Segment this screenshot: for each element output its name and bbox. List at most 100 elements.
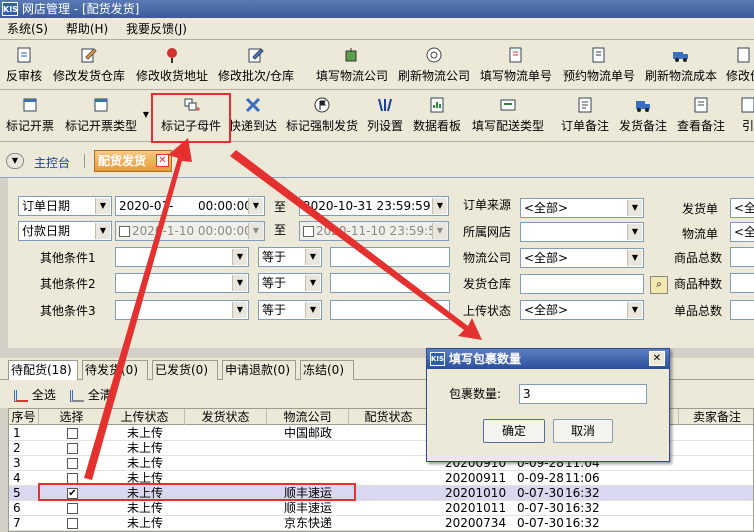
date2-from-picker[interactable]: 2020-1-10 00:00:00 ▼	[115, 221, 265, 241]
table-row[interactable]: 6 未上传 顺丰速运 20201011 0-07-30 16:32	[9, 501, 753, 516]
clear-all-button[interactable]: 全清	[70, 386, 112, 403]
table-row[interactable]: 7 未上传 京东快递 20200734 0-07-30 16:32	[9, 516, 753, 531]
invoice-type-dropdown-arrow[interactable]: ▼	[142, 110, 150, 119]
to-label-1: 至	[274, 200, 287, 214]
date1-from-picker[interactable]: 2020-01- 00:00:00 ▼	[115, 196, 265, 216]
col-header-allocation[interactable]: 配货状态	[349, 409, 429, 425]
ok-button[interactable]: 确定	[483, 419, 545, 443]
package-count-input[interactable]: 3	[519, 384, 647, 404]
upload-status-select[interactable]: <全部> ▼	[520, 300, 644, 320]
condition-2-value-input[interactable]	[330, 273, 450, 293]
upload-status-cell: 未上传	[126, 456, 163, 470]
tab-pending-shipment[interactable]: 待发货(0)	[82, 360, 148, 380]
row-number-cell: 2	[13, 441, 21, 455]
other-condition-3-select[interactable]: ▼	[115, 300, 249, 320]
ship-order-select[interactable]: <全	[730, 198, 754, 218]
reserve-tracking-number-button[interactable]: 预约物流单号	[559, 44, 639, 84]
menu-help[interactable]: 帮助(H)	[59, 18, 115, 40]
operator-3-value: 等于	[262, 303, 287, 317]
unreview-button[interactable]: 反审核	[4, 44, 44, 84]
mark-invoice-button[interactable]: 标记开票	[4, 94, 56, 134]
refresh-logistics-cost-button[interactable]: 刷新物流成本	[641, 44, 721, 84]
mark-invoice-type-button[interactable]: 标记开票类型	[62, 94, 140, 134]
order-source-select[interactable]: <全部> ▼	[520, 198, 644, 218]
col-header-no[interactable]: 序号	[9, 409, 39, 425]
fill-logistics-company-button[interactable]: 填写物流公司	[312, 44, 392, 84]
order-number-cell: 20200734	[445, 516, 507, 530]
truck-note-icon	[634, 96, 652, 114]
edit-address-button[interactable]: 修改收货地址	[133, 44, 211, 84]
date1-type-select[interactable]: 订单日期 ▼	[18, 196, 112, 216]
collapse-toggle[interactable]: ▼	[6, 153, 24, 169]
col-header-select[interactable]: 选择	[39, 409, 105, 425]
logistics-value: <全部>	[524, 251, 569, 265]
other-condition-1-select[interactable]: ▼	[115, 247, 249, 267]
import-button[interactable]: 引	[738, 94, 754, 134]
other-condition-2-select[interactable]: ▼	[115, 273, 249, 293]
tab-shipping[interactable]: 配货发货 ✕	[94, 150, 172, 172]
total-goods-label: 商品总数	[674, 251, 723, 265]
operator-2-select[interactable]: 等于 ▼	[258, 273, 322, 293]
row-number-cell: 7	[13, 516, 21, 530]
row-checkbox[interactable]	[67, 503, 78, 514]
logistics-select[interactable]: <全部> ▼	[520, 248, 644, 268]
column-settings-button[interactable]: 列设置	[364, 94, 406, 134]
operator-1-select[interactable]: 等于 ▼	[258, 247, 322, 267]
condition-3-value-input[interactable]	[330, 300, 450, 320]
order-date-cell: 0-07-30	[517, 501, 563, 515]
close-icon[interactable]: ✕	[156, 154, 169, 167]
condition-1-value-input[interactable]	[330, 247, 450, 267]
edit-warehouse-button[interactable]: 修改发货仓库	[50, 44, 128, 84]
date2-to-checkbox[interactable]	[303, 226, 314, 237]
row-checkbox[interactable]	[67, 443, 78, 454]
edit-price-button[interactable]: 修改价	[724, 44, 754, 84]
mark-force-ship-button[interactable]: 标记强制发货	[284, 94, 360, 134]
row-checkbox[interactable]	[67, 458, 78, 469]
menu-system[interactable]: 系统(S)	[0, 18, 55, 40]
ship-remark-button[interactable]: 发货备注	[616, 94, 670, 134]
fill-tracking-number-button[interactable]: 填写物流单号	[477, 44, 555, 84]
date2-type-select[interactable]: 付款日期 ▼	[18, 221, 112, 241]
columns-icon	[376, 96, 394, 114]
refresh-logistics-company-button[interactable]: 刷新物流公司	[394, 44, 474, 84]
note-icon	[692, 96, 710, 114]
order-source-value: <全部>	[524, 201, 569, 215]
date2-from-checkbox[interactable]	[119, 226, 130, 237]
close-icon[interactable]: ✕	[649, 351, 665, 366]
order-remark-button[interactable]: 订单备注	[558, 94, 612, 134]
waybill-label: 物流单	[682, 227, 719, 241]
express-arrived-button[interactable]: 快递到达	[228, 94, 278, 134]
tab-pending-allocation[interactable]: 待配货(18)	[8, 360, 78, 380]
fill-delivery-type-button[interactable]: 填写配送类型	[468, 94, 548, 134]
col-header-upload[interactable]: 上传状态	[105, 409, 185, 425]
row-checkbox[interactable]	[67, 428, 78, 439]
tab-shipped[interactable]: 已发货(0)	[152, 360, 218, 380]
edit-batch-warehouse-button[interactable]: 修改批次/仓库	[215, 44, 297, 84]
select-all-button[interactable]: 全选	[14, 386, 56, 403]
operator-3-select[interactable]: 等于 ▼	[258, 300, 322, 320]
data-dashboard-button[interactable]: 数据看板	[410, 94, 464, 134]
date1-to-picker[interactable]: 2020-10-31 23:59:59 ▼	[299, 196, 449, 216]
warehouse-lookup-button[interactable]: ⌕	[650, 276, 668, 294]
col-header-ship-status[interactable]: 发货状态	[185, 409, 267, 425]
tab-frozen[interactable]: 冻结(0)	[300, 360, 354, 380]
date2-to-picker[interactable]: 2020-11-10 23:59:59 ▼	[299, 221, 449, 241]
single-total-input[interactable]	[730, 300, 754, 320]
waybill-select[interactable]: <全	[730, 222, 754, 242]
menu-feedback[interactable]: 我要反馈(J)	[119, 18, 194, 40]
goods-kinds-input[interactable]	[730, 273, 754, 293]
cancel-button[interactable]: 取消	[553, 419, 613, 443]
order-time-cell: 16:32	[565, 516, 600, 530]
row-checkbox[interactable]	[67, 518, 78, 529]
toolbar-primary: 反审核 修改发货仓库 修改收货地址 修改批次/仓库 填写物流公司 刷新物流公司 …	[0, 40, 754, 90]
tab-home[interactable]: 主控台	[34, 154, 70, 171]
shop-select[interactable]: ▼	[520, 222, 644, 242]
col-header-logistics[interactable]: 物流公司	[267, 409, 349, 425]
date2-from-value: 2020-1-10 00:00:00	[132, 224, 252, 238]
tab-refund-request[interactable]: 申请退款(0)	[222, 360, 296, 380]
total-goods-input[interactable]	[730, 247, 754, 267]
warehouse-input[interactable]	[520, 274, 644, 294]
view-remark-button[interactable]: 查看备注	[674, 94, 728, 134]
chevron-down-icon: ▼	[95, 198, 110, 214]
col-header-seller-remark[interactable]: 卖家备注	[679, 409, 753, 425]
